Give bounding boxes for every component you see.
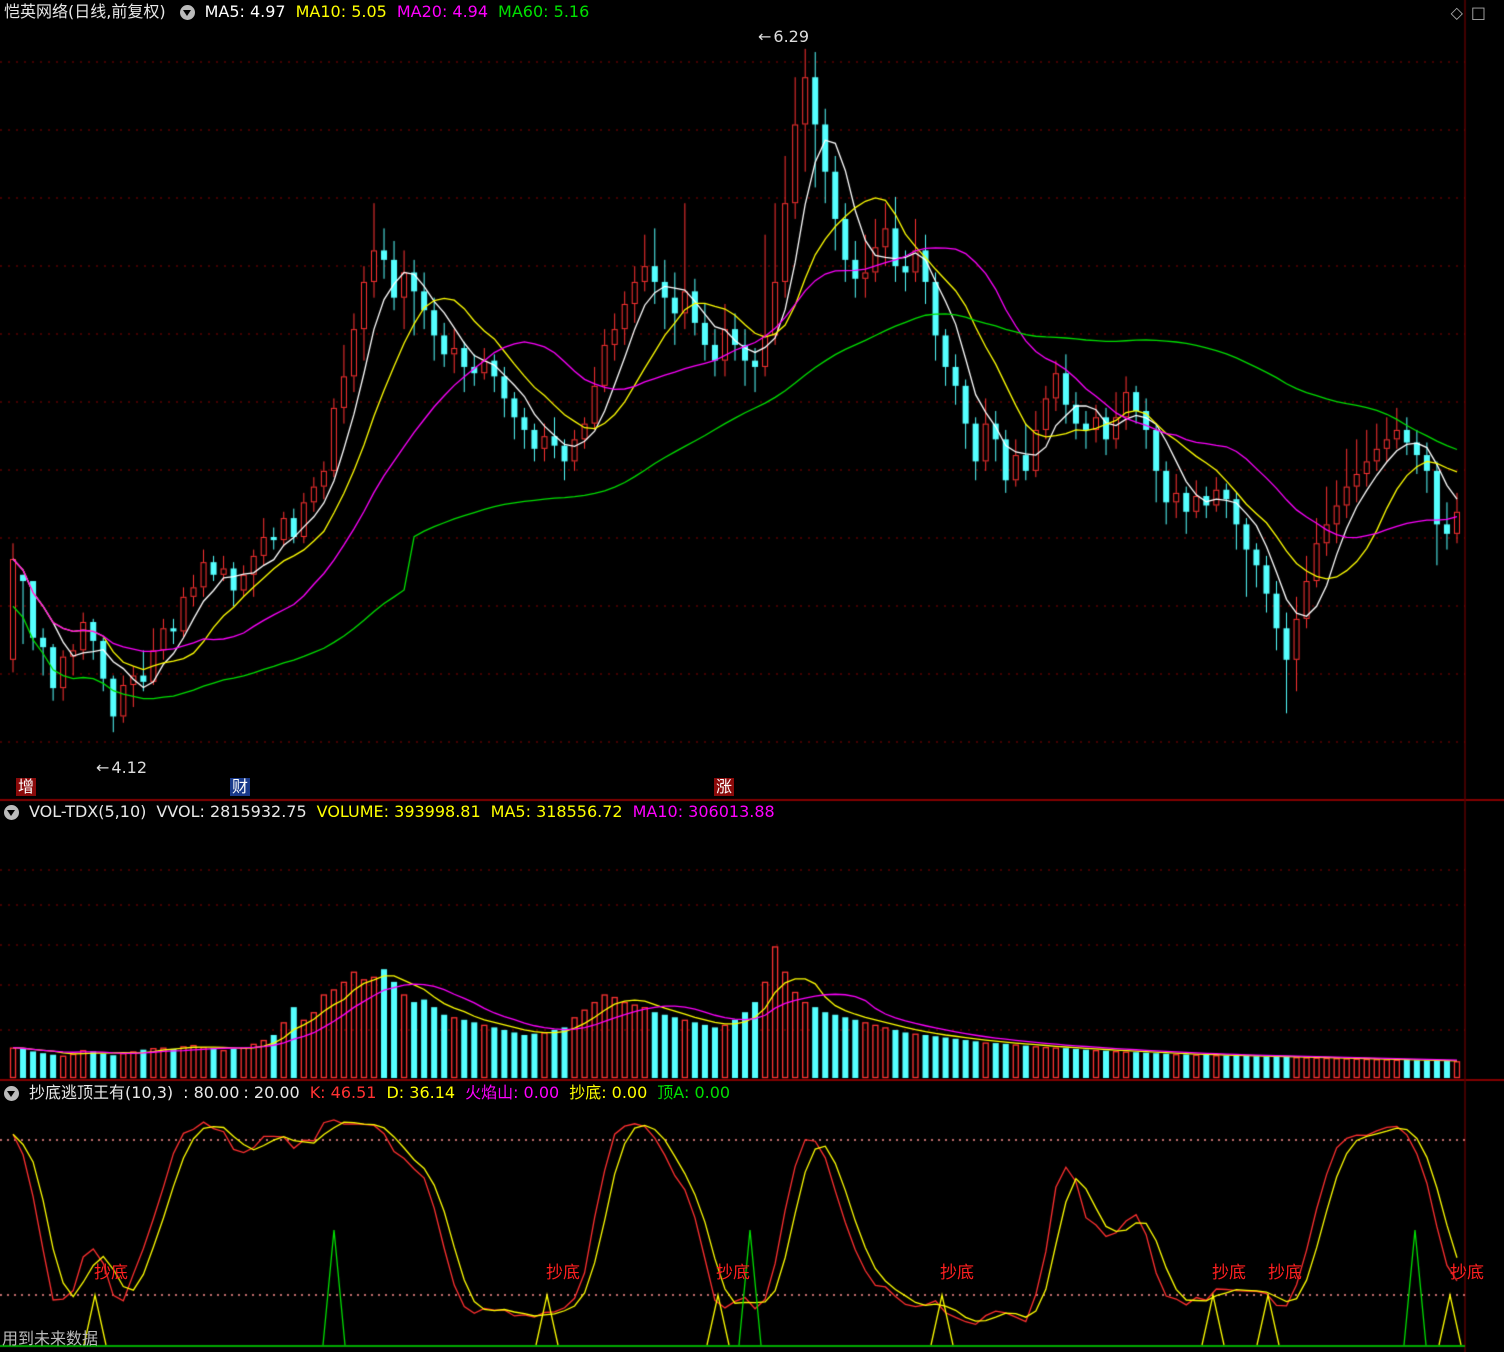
- bottom-value: 抄底: 0.00: [569, 1083, 648, 1102]
- stock-title: 恺英网络(日线,前复权): [4, 2, 166, 21]
- event-tag-finance[interactable]: 财: [230, 778, 251, 796]
- bottom-signal-label: 抄底: [1450, 1263, 1484, 1283]
- low-price-label: ← 4.12: [96, 758, 148, 777]
- volume-indicator-name: VOL-TDX(5,10): [29, 802, 147, 821]
- bottom-signal-label: 抄底: [940, 1263, 974, 1283]
- indicator-legend: 抄底逃顶王有(10,3) : 80.00 : 20.00 K: 46.51 D:…: [0, 1081, 740, 1105]
- volume-legend: VOL-TDX(5,10) VVOL: 2815932.75 VOLUME: 3…: [0, 800, 785, 824]
- k-value: K: 46.51: [309, 1083, 377, 1102]
- indicator-level-high: : 80.00: [183, 1083, 240, 1102]
- ma5-value: MA5: 4.97: [204, 2, 286, 21]
- bottom-signal-label: 抄底: [1268, 1263, 1302, 1283]
- event-tag-rise[interactable]: 涨: [714, 778, 735, 796]
- indicator-name: 抄底逃顶王有(10,3): [29, 1083, 174, 1102]
- volume-value: VOLUME: 393998.81: [316, 802, 481, 821]
- bottom-signal-label: 抄底: [546, 1263, 580, 1283]
- volume-collapse-icon[interactable]: [4, 804, 19, 820]
- indicator-level-low: : 20.00: [243, 1083, 300, 1102]
- ma60-value: MA60: 5.16: [498, 2, 590, 21]
- ma20-value: MA20: 4.94: [396, 2, 489, 21]
- event-tag-increase[interactable]: 增: [16, 778, 37, 796]
- high-price-label: ← 6.29: [758, 27, 810, 46]
- d-value: D: 36.14: [386, 1083, 456, 1102]
- collapse-toggle-icon[interactable]: [179, 4, 195, 20]
- bottom-signal-label: 抄底: [716, 1263, 750, 1283]
- indicator-collapse-icon[interactable]: [4, 1085, 19, 1101]
- vvol-value: VVOL: 2815932.75: [156, 802, 307, 821]
- square-icon[interactable]: □: [1471, 3, 1494, 22]
- ma10-value: MA10: 5.05: [295, 2, 387, 21]
- window-controls: ◇□: [1451, 3, 1494, 22]
- future-data-note: 用到未来数据: [2, 1329, 99, 1348]
- bottom-signal-label: 抄底: [94, 1263, 128, 1283]
- bottom-signal-label: 抄底: [1212, 1263, 1246, 1283]
- volume-ma5-value: MA5: 318556.72: [490, 802, 623, 821]
- diamond-icon[interactable]: ◇: [1451, 3, 1471, 22]
- price-legend: 恺英网络(日线,前复权) MA5: 4.97 MA10: 5.05 MA20: …: [0, 0, 599, 24]
- flame-value: 火焰山: 0.00: [465, 1083, 560, 1102]
- volume-ma10-value: MA10: 306013.88: [632, 802, 775, 821]
- market-chart-canvas[interactable]: [0, 0, 1504, 1352]
- top-value: 顶A: 0.00: [657, 1083, 731, 1102]
